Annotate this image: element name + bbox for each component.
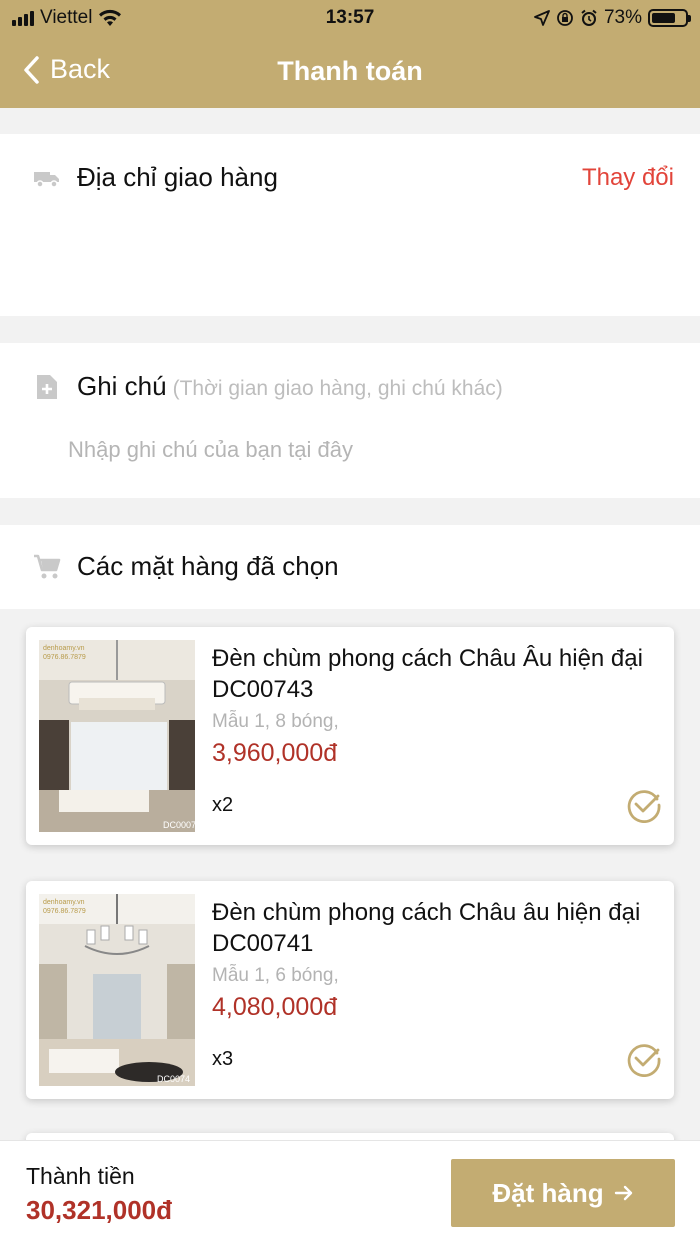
status-bar: Viettel 13:57 73% (0, 0, 700, 36)
product-name: Đèn chùm phong cách Châu âu hiện đại DC0… (212, 899, 641, 957)
arrow-right-icon (614, 1185, 632, 1201)
product-quantity: x2 (212, 794, 234, 816)
product-code: DC0074 (157, 1074, 190, 1084)
place-order-button[interactable]: Đặt hàng (451, 1159, 675, 1227)
app-header: Viettel 13:57 73% Back Thanh toán (0, 0, 700, 108)
battery-percent: 73% (603, 7, 642, 28)
product-price: 4,080,000đ (212, 993, 338, 1021)
place-order-label: Đặt hàng (492, 1177, 604, 1208)
cart-icon (33, 553, 61, 581)
watermark-phone: 0976.86.7879 (43, 908, 86, 915)
check-circle-icon[interactable] (626, 787, 662, 823)
product-image: denhoamy.vn 0976.86.7879 DC0074 (39, 894, 195, 1086)
product-variant: Mẫu 1, 6 bóng, (212, 965, 339, 986)
page-title: Thanh toán (277, 56, 423, 86)
watermark-text: denhoamy.vn (43, 645, 85, 652)
total-value: 30,321,000đ (26, 1195, 173, 1225)
watermark-phone: 0976.86.7879 (43, 654, 86, 661)
address-title: Địa chỉ giao hàng (77, 162, 278, 192)
product-quantity: x3 (212, 1048, 234, 1070)
truck-icon (33, 164, 61, 192)
total-label: Thành tiền (26, 1163, 135, 1189)
note-section: Ghi chú (Thời gian giao hàng, ghi chú khá… (0, 343, 700, 498)
alarm-icon (581, 9, 597, 26)
battery-icon (648, 9, 691, 27)
location-icon (534, 10, 550, 26)
product-variant: Mẫu 1, 8 bóng, (212, 711, 339, 732)
items-title: Các mặt hàng đã chọn (77, 551, 339, 581)
check-circle-icon[interactable] (626, 1041, 662, 1077)
note-input[interactable]: Nhập ghi chú của bạn tại đây (68, 437, 353, 463)
product-card[interactable]: denhoamy.vn 0976.86.7879 DC0074 Đèn chùm… (26, 881, 674, 1099)
product-price: 3,960,000đ (212, 739, 338, 767)
checkout-footer: Thành tiền 30,321,000đ Đặt hàng (0, 1140, 700, 1245)
note-title: Ghi chú (77, 371, 167, 401)
change-address-link[interactable]: Thay đổi (582, 164, 674, 192)
selected-items-section: Các mặt hàng đã chọn (0, 525, 700, 609)
note-add-icon (33, 373, 61, 401)
watermark-text: denhoamy.vn (43, 899, 85, 906)
note-hint: (Thời gian giao hàng, ghi chú khác) (172, 377, 503, 400)
shipping-address-section: Địa chỉ giao hàng Thay đổi (0, 134, 700, 316)
product-code: DC0007 (163, 820, 195, 830)
product-image: denhoamy.vn 0976.86.7879 DC0007 (39, 640, 195, 832)
rotation-lock-icon (557, 10, 573, 26)
product-name: Đèn chùm phong cách Châu Âu hiện đại DC0… (212, 645, 643, 703)
product-card[interactable]: denhoamy.vn 0976.86.7879 DC0007 Đèn chùm… (26, 627, 674, 845)
